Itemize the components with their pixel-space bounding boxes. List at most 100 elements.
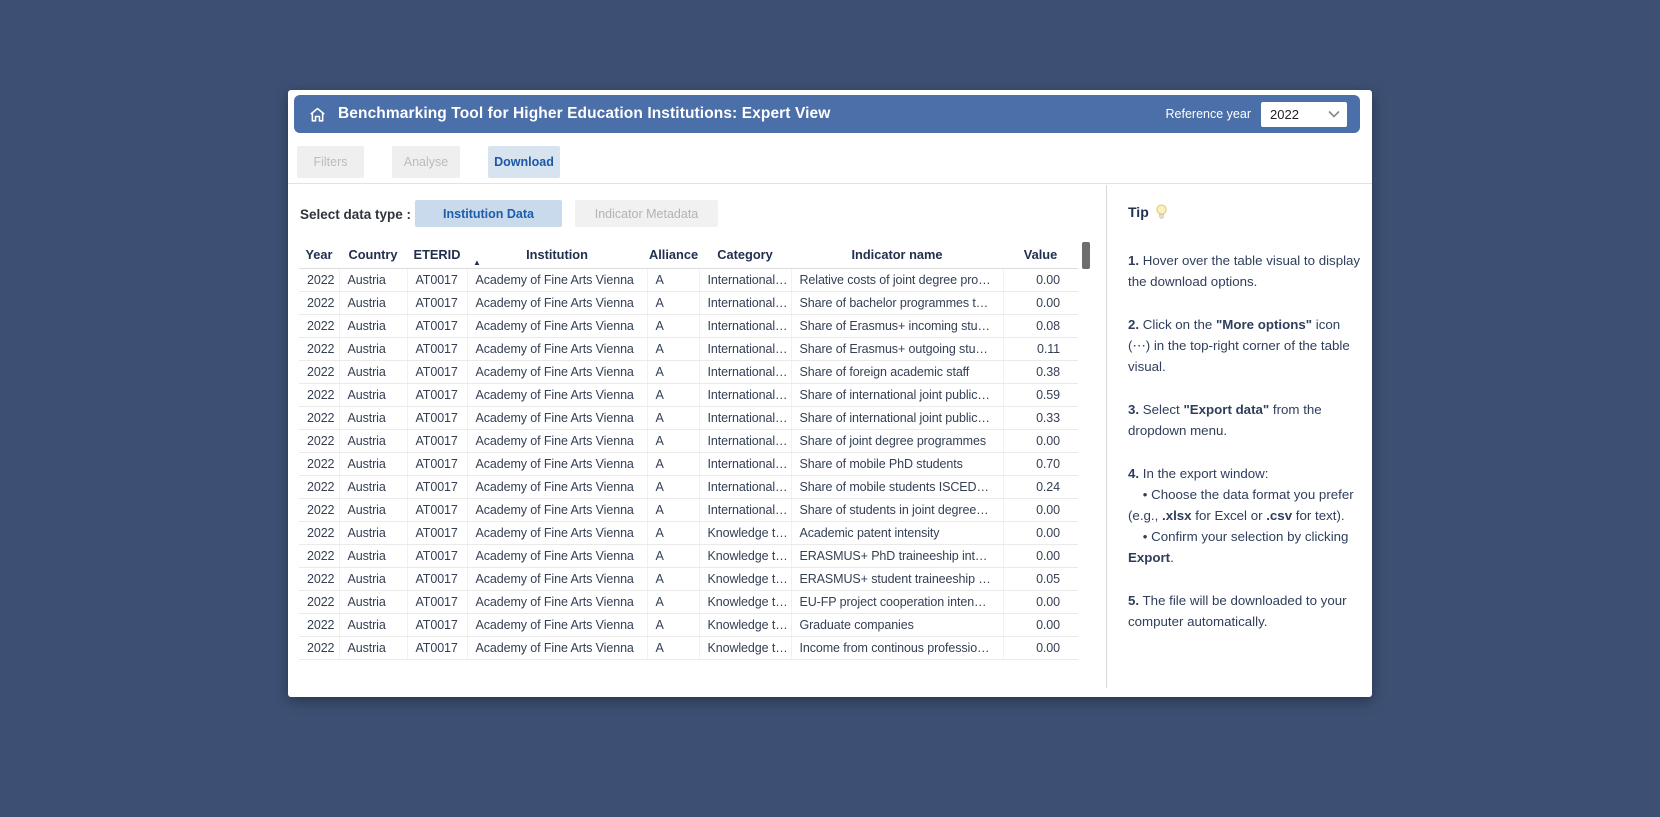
table-row[interactable]: 2022AustriaAT0017Academy of Fine Arts Vi… (299, 636, 1078, 659)
cell-eterid: AT0017 (407, 291, 467, 314)
cell-year: 2022 (299, 452, 339, 475)
column-header-eterid[interactable]: ETERID (407, 242, 467, 268)
cell-year: 2022 (299, 406, 339, 429)
column-header-country[interactable]: Country (339, 242, 407, 268)
cell-year: 2022 (299, 314, 339, 337)
cell-category: International… (699, 291, 791, 314)
reference-year-label: Reference year (1166, 107, 1251, 121)
table-row[interactable]: 2022AustriaAT0017Academy of Fine Arts Vi… (299, 383, 1078, 406)
tab-analyse[interactable]: Analyse (392, 146, 460, 178)
tab-filters[interactable]: Filters (297, 146, 364, 178)
cell-country: Austria (339, 383, 407, 406)
cell-value: 0.00 (1003, 521, 1078, 544)
cell-eterid: AT0017 (407, 314, 467, 337)
cell-alliance: A (647, 291, 699, 314)
table-row[interactable]: 2022AustriaAT0017Academy of Fine Arts Vi… (299, 521, 1078, 544)
cell-country: Austria (339, 291, 407, 314)
tip-title-text: Tip (1128, 204, 1149, 220)
table-row[interactable]: 2022AustriaAT0017Academy of Fine Arts Vi… (299, 360, 1078, 383)
tip-title: Tip (1128, 204, 1362, 220)
cell-category: International… (699, 383, 791, 406)
indicator-metadata-button[interactable]: Indicator Metadata (575, 200, 718, 227)
cell-indicator-name: ERASMUS+ PhD traineeship int… (791, 544, 1003, 567)
cell-country: Austria (339, 521, 407, 544)
tab-bar: Filters Analyse Download (297, 146, 560, 178)
page-background: { "header": { "title": "Benchmarking Too… (0, 0, 1660, 817)
cell-year: 2022 (299, 567, 339, 590)
table-scrollbar-thumb[interactable] (1082, 242, 1090, 269)
cell-value: 0.70 (1003, 452, 1078, 475)
cell-country: Austria (339, 314, 407, 337)
cell-institution: Academy of Fine Arts Vienna (467, 429, 647, 452)
column-header-institution[interactable]: Institution (467, 242, 647, 268)
institution-data-button[interactable]: Institution Data (415, 200, 562, 227)
sort-ascending-icon[interactable]: ▲ (473, 259, 481, 267)
cell-year: 2022 (299, 475, 339, 498)
cell-eterid: AT0017 (407, 383, 467, 406)
cell-alliance: A (647, 521, 699, 544)
table-row[interactable]: 2022AustriaAT0017Academy of Fine Arts Vi… (299, 291, 1078, 314)
cell-category: Knowledge t… (699, 590, 791, 613)
cell-value: 0.24 (1003, 475, 1078, 498)
cell-eterid: AT0017 (407, 337, 467, 360)
cell-institution: Academy of Fine Arts Vienna (467, 544, 647, 567)
cell-value: 0.38 (1003, 360, 1078, 383)
column-header-year[interactable]: Year (299, 242, 339, 268)
cell-eterid: AT0017 (407, 544, 467, 567)
cell-country: Austria (339, 498, 407, 521)
cell-value: 0.11 (1003, 337, 1078, 360)
cell-category: International… (699, 268, 791, 291)
column-header-indicator-name[interactable]: Indicator name (791, 242, 1003, 268)
home-button[interactable] (307, 104, 327, 124)
cell-category: International… (699, 337, 791, 360)
reference-year-dropdown[interactable]: 2022 (1261, 102, 1347, 127)
table-row[interactable]: 2022AustriaAT0017Academy of Fine Arts Vi… (299, 567, 1078, 590)
cell-year: 2022 (299, 429, 339, 452)
tab-download[interactable]: Download (488, 146, 560, 178)
tip-panel: Tip 1. Hover over the table visual to di… (1128, 204, 1362, 654)
table-row[interactable]: 2022AustriaAT0017Academy of Fine Arts Vi… (299, 613, 1078, 636)
lightbulb-icon (1155, 204, 1168, 220)
table-row[interactable]: 2022AustriaAT0017Academy of Fine Arts Vi… (299, 406, 1078, 429)
cell-alliance: A (647, 383, 699, 406)
page-title: Benchmarking Tool for Higher Education I… (338, 105, 830, 123)
cell-year: 2022 (299, 613, 339, 636)
table-row[interactable]: 2022AustriaAT0017Academy of Fine Arts Vi… (299, 429, 1078, 452)
column-header-value[interactable]: Value (1003, 242, 1078, 268)
cell-category: Knowledge t… (699, 613, 791, 636)
cell-institution: Academy of Fine Arts Vienna (467, 452, 647, 475)
cell-eterid: AT0017 (407, 360, 467, 383)
table-row[interactable]: 2022AustriaAT0017Academy of Fine Arts Vi… (299, 544, 1078, 567)
cell-eterid: AT0017 (407, 429, 467, 452)
cell-value: 0.33 (1003, 406, 1078, 429)
table-row[interactable]: 2022AustriaAT0017Academy of Fine Arts Vi… (299, 498, 1078, 521)
cell-country: Austria (339, 590, 407, 613)
cell-institution: Academy of Fine Arts Vienna (467, 521, 647, 544)
cell-indicator-name: Share of international joint public… (791, 383, 1003, 406)
cell-indicator-name: Share of mobile PhD students (791, 452, 1003, 475)
table-row[interactable]: 2022AustriaAT0017Academy of Fine Arts Vi… (299, 337, 1078, 360)
chevron-down-icon (1328, 110, 1340, 118)
data-table: Year Country ETERID Institution Alliance… (299, 242, 1078, 660)
cell-indicator-name: Share of students in joint degree… (791, 498, 1003, 521)
cell-alliance: A (647, 475, 699, 498)
column-header-category[interactable]: Category (699, 242, 791, 268)
cell-eterid: AT0017 (407, 613, 467, 636)
table-row[interactable]: 2022AustriaAT0017Academy of Fine Arts Vi… (299, 268, 1078, 291)
cell-institution: Academy of Fine Arts Vienna (467, 590, 647, 613)
cell-year: 2022 (299, 590, 339, 613)
cell-alliance: A (647, 337, 699, 360)
cell-institution: Academy of Fine Arts Vienna (467, 567, 647, 590)
cell-country: Austria (339, 360, 407, 383)
table-row[interactable]: 2022AustriaAT0017Academy of Fine Arts Vi… (299, 475, 1078, 498)
cell-year: 2022 (299, 521, 339, 544)
cell-category: Knowledge t… (699, 636, 791, 659)
table-row[interactable]: 2022AustriaAT0017Academy of Fine Arts Vi… (299, 314, 1078, 337)
cell-institution: Academy of Fine Arts Vienna (467, 498, 647, 521)
table-row[interactable]: 2022AustriaAT0017Academy of Fine Arts Vi… (299, 590, 1078, 613)
cell-value: 0.00 (1003, 544, 1078, 567)
column-header-alliance[interactable]: Alliance (647, 242, 699, 268)
cell-institution: Academy of Fine Arts Vienna (467, 314, 647, 337)
cell-year: 2022 (299, 636, 339, 659)
table-row[interactable]: 2022AustriaAT0017Academy of Fine Arts Vi… (299, 452, 1078, 475)
